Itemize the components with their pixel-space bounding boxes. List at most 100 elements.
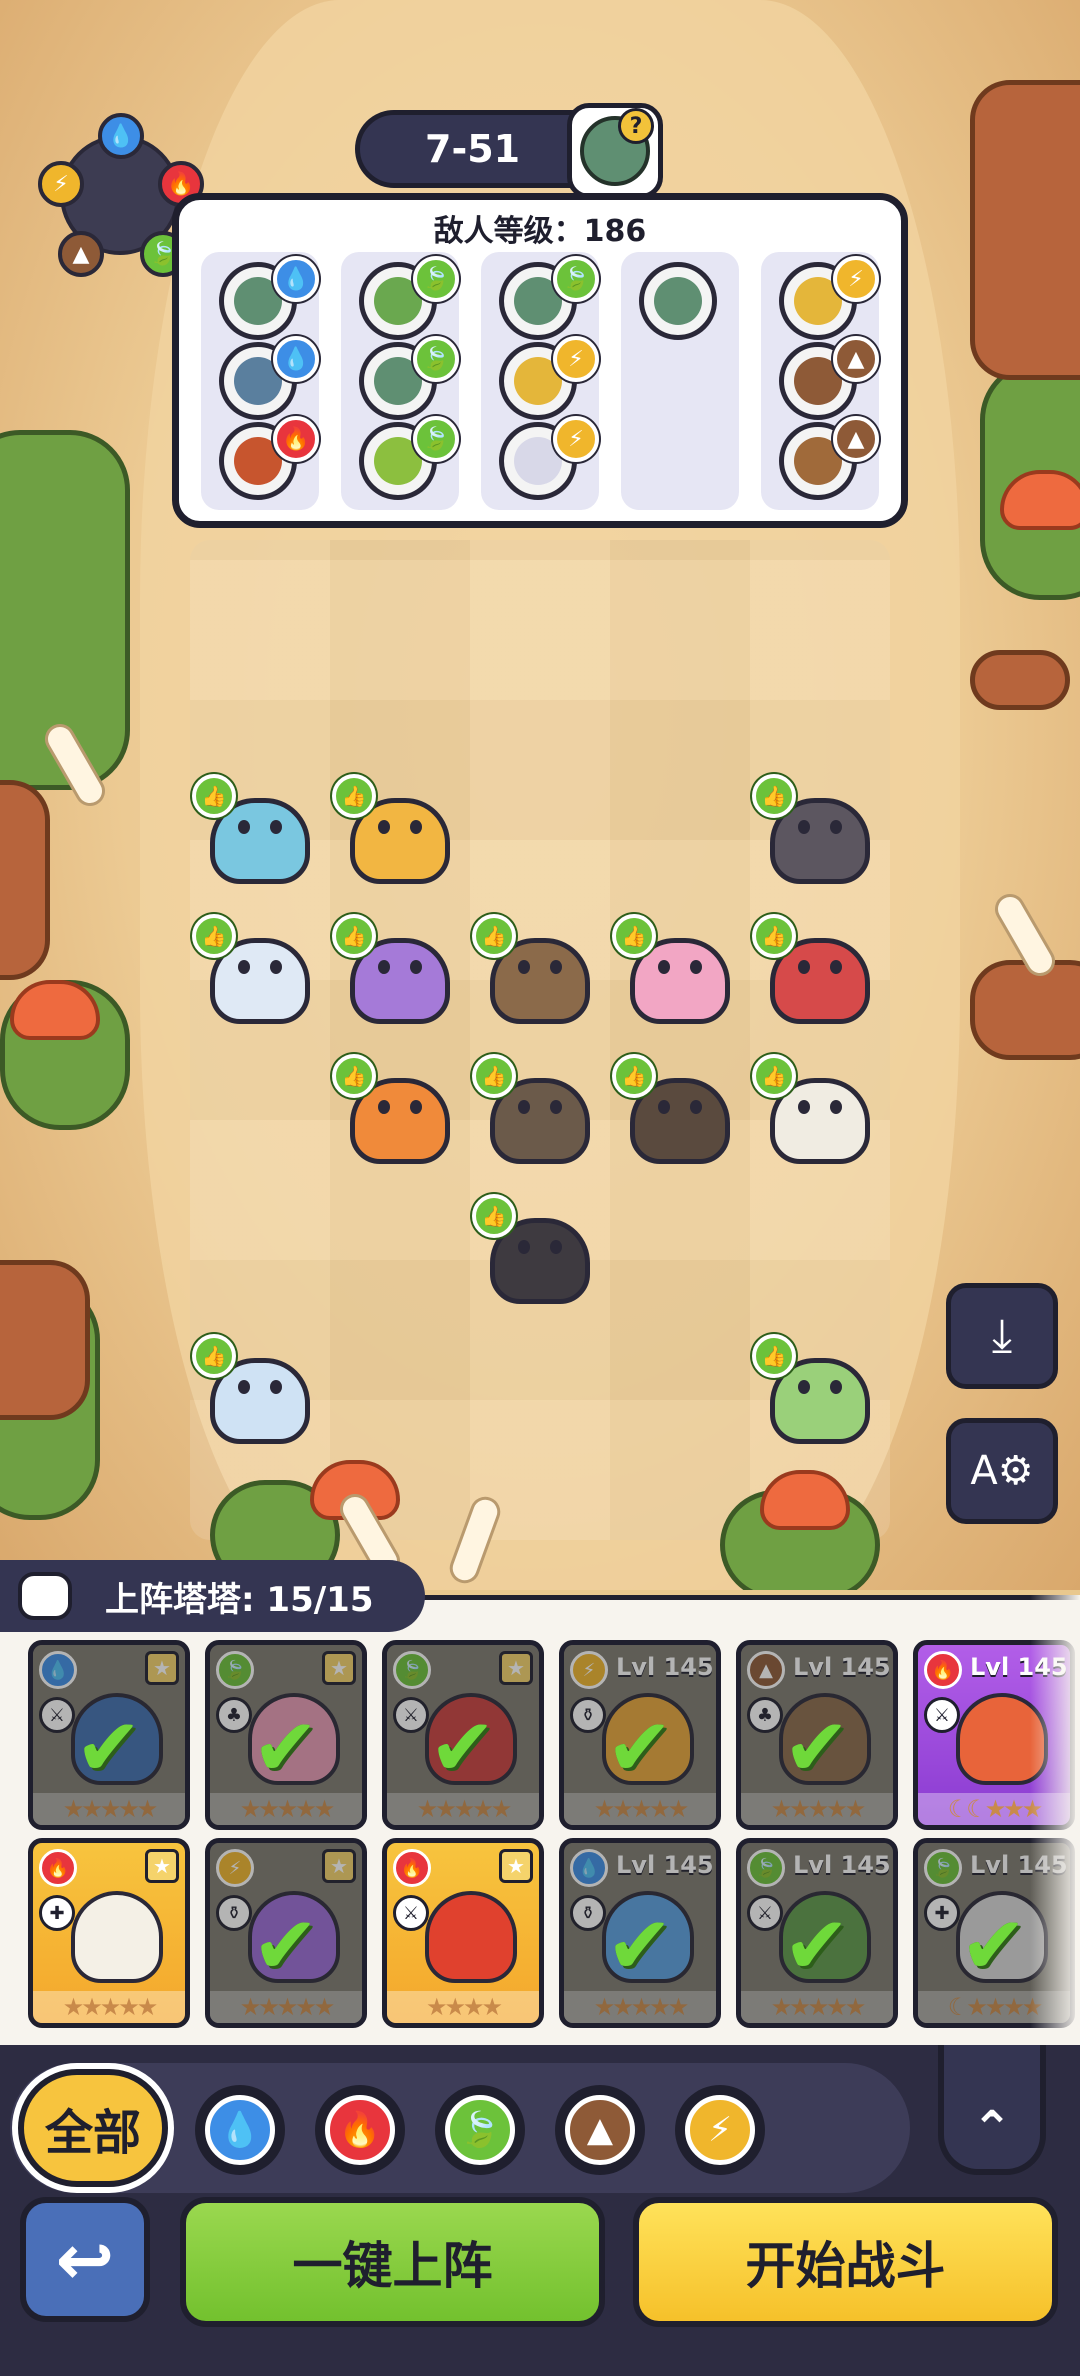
star-icon: ★ [322,1651,356,1685]
card-level: Lvl 145 [793,1653,891,1681]
tower-card[interactable]: 🔥 ⚔ ★ ★★★★ [382,1838,544,2028]
nature-icon: 🍃 [553,256,599,302]
thumbs-up-icon: 👍 [332,914,376,958]
zombie-icon [654,277,702,325]
thumbs-up-icon: 👍 [472,1194,516,1238]
unit-eye [270,960,282,974]
boss-preview-button[interactable]: ? [567,103,663,199]
card-level: Lvl 145 [793,1851,891,1879]
role-icon: ♣ [747,1697,783,1733]
thumbs-up-icon: 👍 [332,774,376,818]
thumbs-up-icon: 👍 [192,914,236,958]
thumbs-up-icon: 👍 [752,774,796,818]
fire-icon: 🔥 [924,1651,962,1689]
unit-eye [690,960,702,974]
filter-thunder-button[interactable]: ⚡ [675,2085,765,2175]
monkey-unit[interactable]: 👍 [612,1054,740,1170]
enemy-column: ⚡ ▲ ▲ [761,252,879,510]
unit-eye [830,960,842,974]
nature-icon: 🍃 [445,2095,515,2165]
boar-unit[interactable]: 👍 [472,1194,600,1310]
tower-portrait [71,1891,163,1983]
unit-eye [798,820,810,834]
water-icon: 💧 [39,1651,77,1689]
star-icon: ★ [145,1849,179,1883]
filter-fire-button[interactable]: 🔥 [315,2085,405,2175]
start-battle-button[interactable]: 开始战斗 [633,2197,1058,2327]
thunder-icon: ⚡ [553,336,599,382]
tower-card[interactable]: 💧 ⚔ ★ ✔ ★★★★★ [28,1640,190,1830]
star-icon: ★ [322,1849,356,1883]
role-icon: ✚ [39,1895,75,1931]
tower-card[interactable]: 💧 ⚱ Lvl 145 ✔ ★★★★★ [559,1838,721,2028]
check-icon: ✔ [252,1701,320,1794]
auto-deploy-button[interactable]: 一键上阵 [180,2197,605,2327]
unit-eye [238,960,250,974]
battle-field: 💧 🔥 🍃 ▲ ⚡ 7-51 ? 敌人等级：186 💧 💧 🔥 🍃 🍃 🍃 🍃 ⚡ ⚡ ⚡ ▲ ▲ 👍… [0,0,1080,1590]
thumbs-up-icon: 👍 [192,1334,236,1378]
lion-unit[interactable]: 👍 [332,774,460,890]
unit-eye [518,1100,530,1114]
thumbs-up-icon: 👍 [192,774,236,818]
enemy-column: 💧 💧 🔥 [201,252,319,510]
seahorse-unit[interactable]: 👍 [612,914,740,1030]
tower-card[interactable]: 🍃 ⚔ ★ ✔ ★★★★★ [382,1640,544,1830]
star-icon: ★ [499,1651,533,1685]
card-star-rating: ★★★★★ [387,1793,539,1825]
tower-card[interactable]: ▲ ♣ Lvl 145 ✔ ★★★★★ [736,1640,898,1830]
nature-icon: 🍃 [216,1651,254,1689]
element-filter-bar: 全部 💧 🔥 🍃 ▲ ⚡ [10,2063,910,2193]
flower-unit[interactable]: 👍 [752,914,880,1030]
enemy-portrait[interactable] [639,262,717,340]
unit-eye [550,960,562,974]
thunder-icon: ⚡ [38,161,84,207]
unit-eye [830,1100,842,1114]
filter-water-button[interactable]: 💧 [195,2085,285,2175]
nature-icon: 🍃 [413,416,459,462]
tower-card[interactable]: 🔥 ✚ ★ ★★★★★ [28,1838,190,2028]
enemy-level: 敌人等级：186 [433,214,647,249]
filter-nature-button[interactable]: 🍃 [435,2085,525,2175]
narwhal-unit[interactable]: 👍 [192,914,320,1030]
hedgehog-unit[interactable]: 👍 [472,914,600,1030]
thunder-icon: ⚡ [685,2095,755,2165]
check-icon: ✔ [606,1899,674,1992]
earth-icon: ▲ [833,416,879,462]
filter-earth-button[interactable]: ▲ [555,2085,645,2175]
cow-unit[interactable]: 👍 [192,1334,320,1450]
tiger-unit[interactable]: 👍 [332,1054,460,1170]
tower-card[interactable]: ⚡ ⚱ ★ ✔ ★★★★★ [205,1838,367,2028]
auto-settings-icon: A⚙ [970,1448,1034,1494]
collapse-deck-button[interactable]: ⌃ [938,2045,1046,2175]
thumbs-up-icon: 👍 [752,914,796,958]
auto-settings-button[interactable]: A⚙ [946,1418,1058,1524]
enemy-column [621,252,739,510]
card-star-rating: ★★★★★ [33,1793,185,1825]
mole-unit[interactable]: 👍 [752,774,880,890]
plant-unit[interactable]: 👍 [752,1054,880,1170]
rock-decoration [0,1260,90,1420]
card-star-rating: ★★★★★ [564,1793,716,1825]
tower-card[interactable]: 🍃 ♣ ★ ✔ ★★★★★ [205,1640,367,1830]
crab-unit[interactable]: 👍 [192,774,320,890]
unit-eye [378,1100,390,1114]
card-star-rating: ★★★★★ [741,1793,893,1825]
unit-eye [798,960,810,974]
download-icon: ⤓ [991,1308,1013,1362]
thumbs-up-icon: 👍 [612,914,656,958]
tower-card[interactable]: 🍃 ⚔ Lvl 145 ✔ ★★★★★ [736,1838,898,2028]
tower-card[interactable]: ⚡ ⚱ Lvl 145 ✔ ★★★★★ [559,1640,721,1830]
check-icon: ✔ [783,1701,851,1794]
fox-unit[interactable]: 👍 [752,1334,880,1450]
thunder-icon: ⚡ [570,1651,608,1689]
filter-all-button[interactable]: 全部 [18,2069,168,2187]
unit-eye [690,1100,702,1114]
back-button[interactable]: ↩ [20,2197,150,2322]
save-lineup-button[interactable]: ⤓ [946,1283,1058,1389]
unit-eye [798,1100,810,1114]
raccoon-unit[interactable]: 👍 [472,1054,600,1170]
back-arrow-icon: ↩ [55,2218,115,2301]
water-icon: 💧 [205,2095,275,2165]
cat-unit[interactable]: 👍 [332,914,460,1030]
card-star-rating: ★★★★★ [210,1991,362,2023]
